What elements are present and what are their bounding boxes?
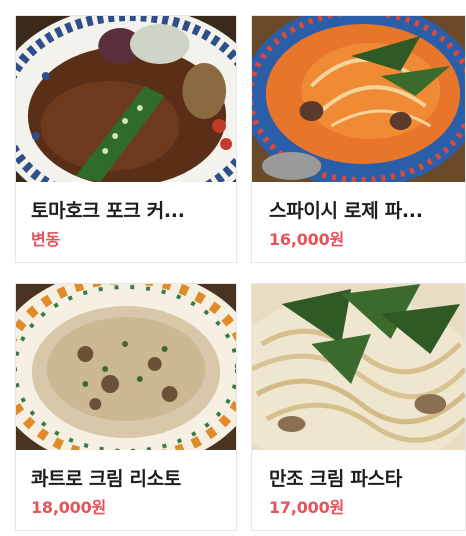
menu-item-name: 콰트로 크림 리소토 — [31, 468, 182, 490]
menu-card-quattro-cream-risotto[interactable]: 콰트로 크림 리소토 18,000원 — [15, 283, 237, 531]
menu-item-price: 18,000원 — [31, 498, 107, 517]
menu-item-name: 만조 크림 파스타 — [269, 468, 402, 490]
menu-item-name: 스파이시 로제 파... — [269, 200, 423, 222]
menu-card-tomahawk-pork[interactable]: 토마호크 포크 커... 변동 — [15, 15, 237, 263]
menu-item-name: 토마호크 포크 커... — [31, 200, 185, 222]
menu-photo-spicy-rose-pasta — [252, 16, 465, 182]
menu-item-price: 16,000원 — [269, 230, 345, 249]
menu-item-price: 17,000원 — [269, 498, 345, 517]
menu-photo-manjo-cream-pasta — [252, 284, 465, 450]
menu-card-manjo-cream-pasta[interactable]: 만조 크림 파스타 17,000원 — [251, 283, 466, 531]
menu-card-spicy-rose-pasta[interactable]: 스파이시 로제 파... 16,000원 — [251, 15, 466, 263]
menu-photo-tomahawk-pork — [16, 16, 236, 182]
menu-photo-quattro-cream-risotto — [16, 284, 236, 450]
menu-grid: 토마호크 포크 커... 변동 스파이시 로제 파... 16,000원 콰트로… — [0, 0, 466, 536]
menu-item-price: 변동 — [31, 230, 61, 249]
